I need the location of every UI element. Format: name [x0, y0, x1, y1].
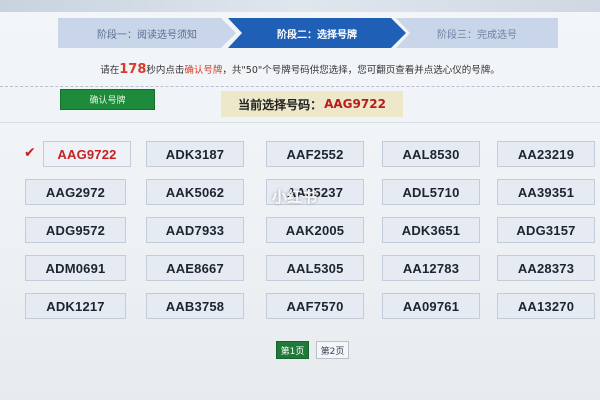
- plate-option[interactable]: AA13270: [497, 293, 595, 319]
- plate-option[interactable]: AAG2972: [25, 179, 126, 205]
- plate-option[interactable]: ADG3157: [497, 217, 595, 243]
- plate-option[interactable]: AAF2552: [266, 141, 364, 167]
- plate-option[interactable]: AA12783: [382, 255, 480, 281]
- plate-option[interactable]: AA09761: [382, 293, 480, 319]
- plate-option[interactable]: AA39351: [497, 179, 595, 205]
- plate-option[interactable]: AAK5062: [146, 179, 244, 205]
- plate-option[interactable]: AAK2005: [266, 217, 364, 243]
- pagination: 第1页 第2页: [276, 341, 349, 359]
- plate-option[interactable]: ADK1217: [25, 293, 126, 319]
- plate-option[interactable]: AAE8667: [146, 255, 244, 281]
- plate-option[interactable]: ADK3651: [382, 217, 480, 243]
- plate-option[interactable]: ADG9572: [25, 217, 126, 243]
- plate-option[interactable]: ADL5710: [382, 179, 480, 205]
- plate-option[interactable]: AAB3758: [146, 293, 244, 319]
- plate-option[interactable]: AAF7570: [266, 293, 364, 319]
- plate-option[interactable]: AA23219: [497, 141, 595, 167]
- plate-option[interactable]: ADK3187: [146, 141, 244, 167]
- page-2-button[interactable]: 第2页: [316, 341, 349, 359]
- plate-option[interactable]: AA28373: [497, 255, 595, 281]
- page-1-button[interactable]: 第1页: [276, 341, 309, 359]
- plate-option[interactable]: AAD7933: [146, 217, 244, 243]
- plate-option[interactable]: ADM0691: [25, 255, 126, 281]
- plate-option[interactable]: AAL8530: [382, 141, 480, 167]
- watermark-logo: 小红书: [272, 188, 318, 206]
- plate-option[interactable]: AAL5305: [266, 255, 364, 281]
- checkmark-icon: ✔: [24, 145, 36, 161]
- plate-option-selected[interactable]: ✔ AAG9722: [24, 141, 131, 167]
- plate-number: AAG9722: [57, 146, 117, 162]
